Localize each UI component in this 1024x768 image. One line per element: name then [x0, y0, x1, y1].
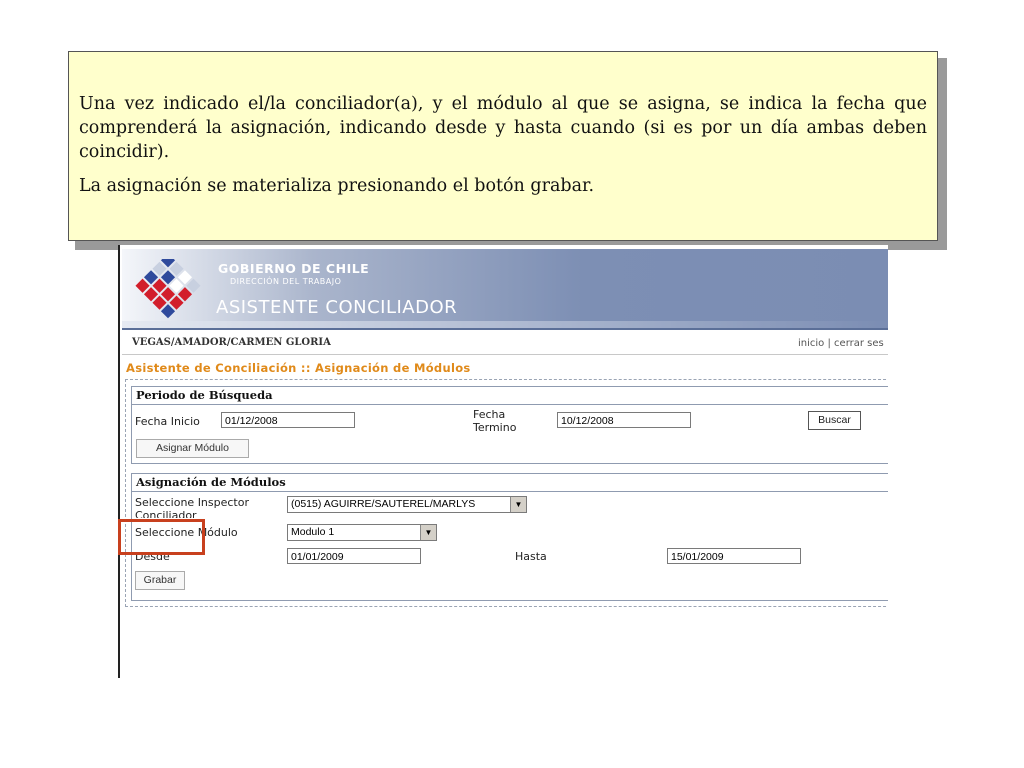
user-links: inicio | cerrar ses: [798, 338, 884, 349]
buscar-button[interactable]: Buscar: [808, 411, 861, 430]
inspector-label-line1: Seleccione Inspector: [135, 496, 250, 509]
asignacion-section-title: Asignación de Módulos: [132, 474, 888, 492]
asignacion-section: Asignación de Módulos Seleccione Inspect…: [131, 473, 888, 601]
fecha-inicio-label: Fecha Inicio: [135, 415, 200, 428]
fecha-termino-label-line1: Fecha: [473, 408, 506, 421]
user-bar: VEGAS/AMADOR/CARMEN GLORIA inicio | cerr…: [122, 332, 888, 355]
chevron-down-icon[interactable]: ▼: [420, 525, 436, 540]
inicio-link[interactable]: inicio: [798, 338, 824, 349]
hasta-input[interactable]: 15/01/2009: [667, 548, 801, 564]
app-screenshot: GOBIERNO DE CHILE DIRECCIÓN DEL TRABAJO …: [118, 245, 888, 678]
app-title: ASISTENTE CONCILIADOR: [216, 297, 458, 318]
modulo-select[interactable]: Modulo 1 ▼: [287, 524, 437, 541]
user-name: VEGAS/AMADOR/CARMEN GLORIA: [132, 337, 331, 348]
grabar-button[interactable]: Grabar: [135, 571, 185, 590]
link-separator: |: [827, 338, 831, 349]
inspector-select[interactable]: (0515) AGUIRRE/SAUTEREL/MARLYS ▼: [287, 496, 527, 513]
fecha-termino-input[interactable]: 10/12/2008: [557, 412, 691, 428]
screenshot-left-border: [118, 245, 120, 678]
fecha-termino-label-line2: Termino: [473, 421, 517, 434]
highlight-box: [118, 519, 205, 555]
cerrar-sesion-link[interactable]: cerrar ses: [834, 338, 884, 349]
form-container: Periodo de Búsqueda Fecha Inicio 01/12/2…: [125, 379, 888, 607]
periodo-section-title: Periodo de Búsqueda: [132, 387, 888, 405]
inspector-select-value: (0515) AGUIRRE/SAUTEREL/MARLYS: [291, 498, 476, 510]
gobierno-logo-icon: [135, 259, 201, 319]
hasta-label: Hasta: [515, 550, 547, 563]
modulo-select-value: Modulo 1: [291, 526, 335, 538]
desde-input[interactable]: 01/01/2009: [287, 548, 421, 564]
chevron-down-icon[interactable]: ▼: [510, 497, 526, 512]
inspector-label: Seleccione Inspector Conciliador: [135, 496, 249, 518]
fecha-termino-label: Fecha Termino: [473, 408, 516, 434]
header-banner: GOBIERNO DE CHILE DIRECCIÓN DEL TRABAJO …: [122, 249, 888, 321]
instruction-note: Una vez indicado el/la conciliador(a), y…: [68, 51, 938, 241]
note-paragraph-1: Una vez indicado el/la conciliador(a), y…: [79, 94, 927, 162]
fecha-inicio-input[interactable]: 01/12/2008: [221, 412, 355, 428]
direccion-subtitle: DIRECCIÓN DEL TRABAJO: [230, 277, 342, 286]
note-paragraph-2: La asignación se materializa presionando…: [79, 176, 595, 196]
asignar-modulo-button[interactable]: Asignar Módulo: [136, 439, 249, 458]
breadcrumb: Asistente de Conciliación :: Asignación …: [126, 361, 471, 375]
banner-strip: [122, 321, 888, 330]
gobierno-title: GOBIERNO DE CHILE: [218, 261, 370, 276]
inspector-label-line2: Conciliador: [135, 509, 197, 518]
periodo-section: Periodo de Búsqueda Fecha Inicio 01/12/2…: [131, 386, 888, 464]
